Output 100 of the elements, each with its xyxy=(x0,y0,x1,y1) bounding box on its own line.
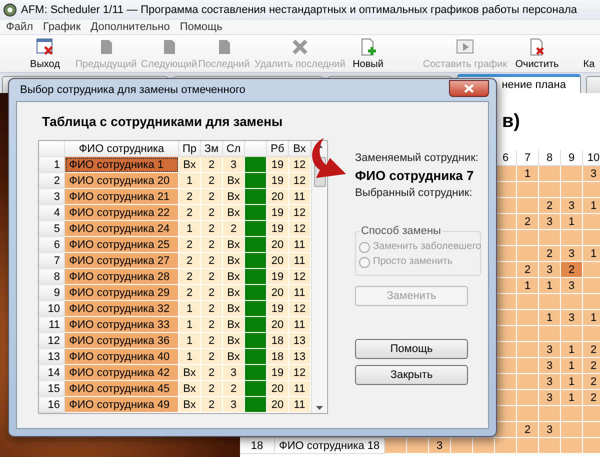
table-cell: 2 xyxy=(179,237,201,253)
employee-name[interactable]: ФИО сотрудника 21 xyxy=(65,189,179,205)
row-number: 8 xyxy=(39,269,65,285)
table-cell: 2 xyxy=(201,365,223,381)
replaced-label: Заменяемый сотрудник: xyxy=(355,152,480,164)
schedule-cell: 1 xyxy=(561,374,583,390)
menu-item[interactable]: График xyxy=(43,21,81,33)
table-cell: 2 xyxy=(201,381,223,397)
schedule-cell: 3 xyxy=(561,246,583,262)
table-cell: 12 xyxy=(289,157,311,173)
toolbar-button[interactable]: Ка xyxy=(581,35,597,72)
close-button[interactable] xyxy=(449,80,489,96)
table-cell: 3 xyxy=(223,157,245,173)
table-cell: 20 xyxy=(267,397,289,413)
table-cell: 18 xyxy=(267,333,289,349)
employee-name[interactable]: ФИО сотрудника 45 xyxy=(65,381,179,397)
schedule-cell: 1 xyxy=(517,166,539,182)
employee-name[interactable]: ФИО сотрудника 28 xyxy=(65,269,179,285)
table-cell: 2 xyxy=(223,221,245,237)
row-number: 9 xyxy=(39,285,65,301)
table-cell: 3 xyxy=(223,365,245,381)
dialog-button[interactable]: Помощь xyxy=(355,339,468,359)
column-header: 8 xyxy=(539,150,561,166)
table-cell: Вх xyxy=(223,333,245,349)
toolbar-button[interactable]: Очистить xyxy=(514,35,560,72)
schedule-cell: 1 xyxy=(539,278,561,294)
employee-name[interactable]: ФИО сотрудника 20 xyxy=(65,173,179,189)
table-cell: 19 xyxy=(267,365,289,381)
table-cell: 19 xyxy=(267,173,289,189)
employee-name[interactable]: ФИО сотрудника 42 xyxy=(65,365,179,381)
row-number: 5 xyxy=(39,221,65,237)
employee-name[interactable]: ФИО сотрудника 25 xyxy=(65,237,179,253)
schedule-cell: 2 xyxy=(561,262,583,278)
table-cell: Вх xyxy=(223,317,245,333)
table-cell: 20 xyxy=(267,253,289,269)
table-cell: 1 xyxy=(179,301,201,317)
table-cell: Вх xyxy=(179,157,201,173)
employee-name[interactable]: ФИО сотрудника 32 xyxy=(65,301,179,317)
row-number: 7 xyxy=(39,253,65,269)
table-cell: 2 xyxy=(201,349,223,365)
schedule-cell: 2 xyxy=(583,358,600,374)
table-cell: 2 xyxy=(201,301,223,317)
table-cell: 2 xyxy=(179,189,201,205)
table-cell: 19 xyxy=(267,269,289,285)
table-cell: 2 xyxy=(179,253,201,269)
table-cell: 2 xyxy=(223,381,245,397)
table-cell: 11 xyxy=(289,253,311,269)
employee-name[interactable]: ФИО сотрудника 1 xyxy=(65,157,179,173)
table-cell: 12 xyxy=(289,221,311,237)
table-cell: 18 xyxy=(267,349,289,365)
schedule-cell: 3 xyxy=(429,438,451,454)
table-cell: 1 xyxy=(179,221,201,237)
column-header: Пр xyxy=(179,141,201,157)
employee-name[interactable]: ФИО сотрудника 27 xyxy=(65,253,179,269)
table-cell: Вх xyxy=(179,381,201,397)
schedule-cell: 1 xyxy=(561,214,583,230)
employee-name[interactable]: ФИО сотрудника 40 xyxy=(65,349,179,365)
header-cell xyxy=(39,141,65,157)
dialog-button[interactable]: Закрыть xyxy=(355,365,468,385)
table-cell: 11 xyxy=(289,189,311,205)
row-number: 13 xyxy=(39,349,65,365)
schedule-cell: 1 xyxy=(583,246,600,262)
schedule-cell: 2 xyxy=(517,262,539,278)
schedule-cell: 2 xyxy=(517,214,539,230)
employee-name[interactable]: ФИО сотрудника 22 xyxy=(65,205,179,221)
employee-name[interactable]: ФИО сотрудника 36 xyxy=(65,333,179,349)
employee-name[interactable]: ФИО сотрудника 49 xyxy=(65,397,179,413)
column-header: ФИО сотрудника xyxy=(65,141,179,157)
schedule-cell: 2 xyxy=(583,374,600,390)
table-cell: 1 xyxy=(179,349,201,365)
table-cell: 11 xyxy=(289,237,311,253)
scrollbar[interactable] xyxy=(311,141,326,413)
table-cell: 12 xyxy=(289,269,311,285)
table-title: Таблица с сотрудниками для замены xyxy=(42,114,283,128)
column-header: 7 xyxy=(517,150,539,166)
chosen-label: Выбранный сотрудник: xyxy=(355,187,474,199)
table-cell: Вх xyxy=(223,205,245,221)
employee-name[interactable]: ФИО сотрудника 24 xyxy=(65,221,179,237)
table-cell: 19 xyxy=(267,221,289,237)
employee-name[interactable]: ФИО сотрудника 33 xyxy=(65,317,179,333)
menu-item[interactable]: Файл xyxy=(6,21,34,33)
schedule-cell: 1 xyxy=(561,358,583,374)
table-cell: 2 xyxy=(179,269,201,285)
table-cell: Вх xyxy=(223,269,245,285)
row-number: 4 xyxy=(39,205,65,221)
window-close-icon xyxy=(35,37,55,57)
menu-item[interactable]: Помощь xyxy=(180,21,222,33)
row-number: 16 xyxy=(39,397,65,413)
schedule-cell: 2 xyxy=(539,246,561,262)
toolbar-button[interactable]: Новый xyxy=(350,35,386,72)
menu-item[interactable]: Дополнительно xyxy=(90,21,170,33)
toolbar-button[interactable]: Выход xyxy=(18,35,72,72)
table-cell: 20 xyxy=(267,317,289,333)
table-cell: Вх xyxy=(223,285,245,301)
table-cell: 2 xyxy=(201,253,223,269)
employee-name[interactable]: ФИО сотрудника 29 xyxy=(65,285,179,301)
schedule-cell: 2 xyxy=(539,198,561,214)
schedule-cell: 3 xyxy=(539,358,561,374)
table-cell: 13 xyxy=(289,333,311,349)
table-cell: 20 xyxy=(267,237,289,253)
